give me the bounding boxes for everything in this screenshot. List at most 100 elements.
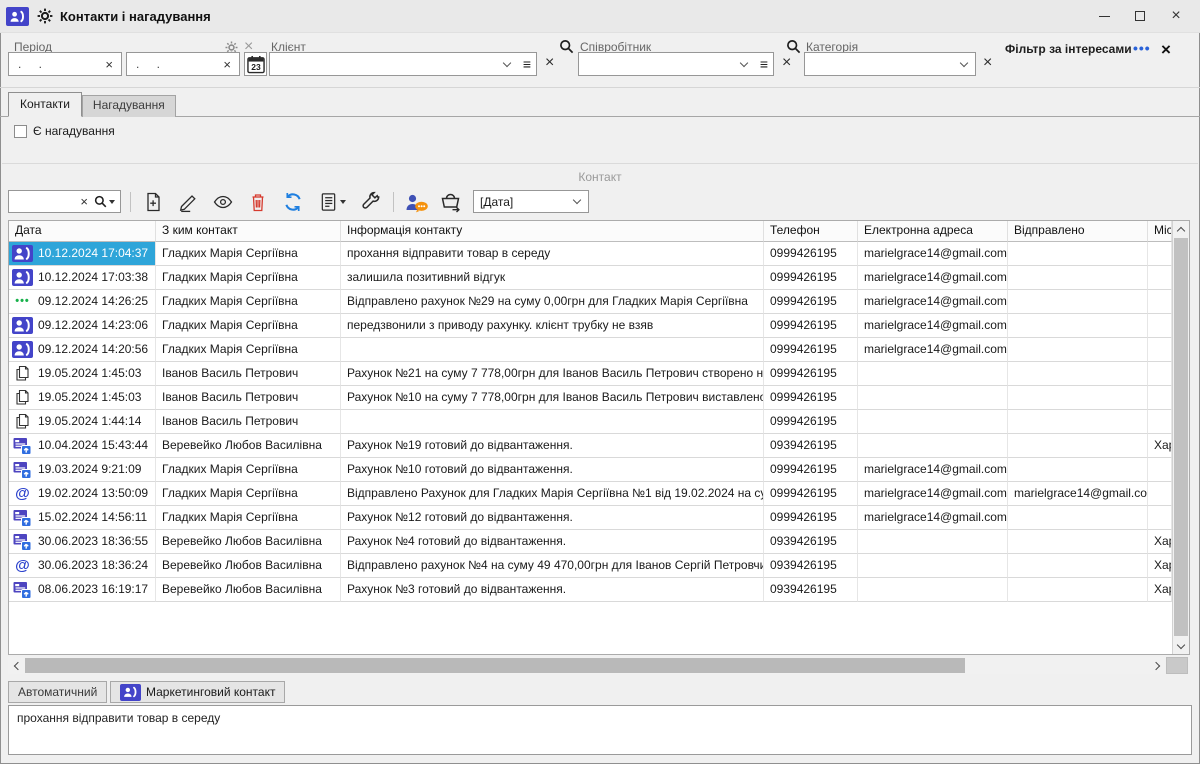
report-button[interactable] xyxy=(315,189,349,214)
chevron-down-icon[interactable] xyxy=(733,53,755,75)
category-clear-button[interactable]: × xyxy=(983,55,992,71)
cell-sent xyxy=(1008,458,1148,482)
search-input[interactable]: × xyxy=(8,190,121,213)
marketing-contact-button[interactable] xyxy=(403,189,429,214)
bottom-tab-automatic-label: Автоматичний xyxy=(18,685,97,699)
cell-info: Відправлено рахунок №29 на суму 0,00грн … xyxy=(341,290,764,314)
marketing-contact-icon xyxy=(11,341,34,359)
has-reminder-checkbox[interactable]: Є нагадування xyxy=(14,124,115,138)
client-clear-button[interactable]: × xyxy=(545,55,554,71)
table-row[interactable]: 19.05.2024 1:44:14Іванов Василь Петрович… xyxy=(9,410,1172,434)
client-combobox[interactable]: ≡ xyxy=(269,52,537,76)
table-row[interactable]: @19.02.2024 13:50:09Гладких Марія Сергії… xyxy=(9,482,1172,506)
interest-filter-clear-button[interactable]: × xyxy=(1161,41,1171,58)
table-row[interactable]: 09.12.2024 14:20:56Гладких Марія Сергіїв… xyxy=(9,338,1172,362)
period-to-input[interactable]: . . × xyxy=(126,52,240,76)
table-row[interactable]: 30.06.2023 18:36:55Веревейко Любов Васил… xyxy=(9,530,1172,554)
column-header[interactable]: Електронна адреса xyxy=(858,221,1008,242)
calendar-button[interactable]: 23 xyxy=(244,52,267,76)
column-header[interactable]: Відправлено xyxy=(1008,221,1148,242)
employee-combobox[interactable]: ≡ xyxy=(578,52,774,76)
bottom-tab-marketing[interactable]: Маркетинговий контакт xyxy=(110,681,285,703)
column-header[interactable]: Інформація контакту xyxy=(341,221,764,242)
horizontal-scrollbar[interactable] xyxy=(8,657,1165,674)
cell-contact: Гладких Марія Сергіївна xyxy=(156,242,341,266)
period-from-clear-icon[interactable]: × xyxy=(97,57,121,72)
vertical-scrollbar-thumb[interactable] xyxy=(1174,238,1188,636)
category-combobox[interactable] xyxy=(804,52,976,76)
tab-reminders[interactable]: Нагадування xyxy=(82,95,176,117)
vertical-scrollbar[interactable] xyxy=(1172,221,1189,654)
cell-phone: 0999426195 xyxy=(764,458,858,482)
search-icon[interactable] xyxy=(94,195,120,208)
cell-date: 19.05.2024 1:44:14 xyxy=(9,410,156,434)
cell-sent xyxy=(1008,434,1148,458)
report-icon xyxy=(319,191,338,213)
chevron-down-icon[interactable] xyxy=(496,53,518,75)
cell-sent xyxy=(1008,362,1148,386)
add-button[interactable] xyxy=(140,189,166,214)
column-header[interactable]: Дата xyxy=(9,221,156,242)
table-grid: ДатаЗ ким контактІнформація контактуТеле… xyxy=(9,221,1172,654)
chevron-down-icon[interactable] xyxy=(566,191,588,212)
contact-detail-panel[interactable]: прохання відправити товар в середу xyxy=(8,705,1192,755)
table-row[interactable]: 19.05.2024 1:45:03Іванов Василь Петрович… xyxy=(9,362,1172,386)
tab-contacts[interactable]: Контакти xyxy=(8,92,82,117)
column-header[interactable]: Міс xyxy=(1148,221,1172,242)
more-options-icon[interactable]: ••• xyxy=(1133,40,1151,56)
cell-date-text: 30.06.2023 18:36:24 xyxy=(38,554,148,577)
list-select-icon[interactable]: ≡ xyxy=(518,56,536,72)
delete-button[interactable] xyxy=(245,189,271,214)
shipment-button[interactable] xyxy=(438,189,464,214)
close-button[interactable]: × xyxy=(1158,3,1194,29)
cell-date: •••09.12.2024 14:26:25 xyxy=(9,290,156,314)
minimize-button[interactable] xyxy=(1086,3,1122,29)
search-clear-icon[interactable]: × xyxy=(74,194,94,209)
category-search-icon[interactable] xyxy=(786,39,801,54)
cell-date-text: 09.12.2024 14:23:06 xyxy=(38,314,148,337)
refresh-button[interactable] xyxy=(280,189,306,214)
chevron-down-icon[interactable] xyxy=(953,53,975,75)
table-row[interactable]: @30.06.2023 18:36:24Веревейко Любов Васи… xyxy=(9,554,1172,578)
marketing-contact-icon xyxy=(11,317,34,335)
cell-date: @30.06.2023 18:36:24 xyxy=(9,554,156,578)
horizontal-scrollbar-thumb[interactable] xyxy=(25,658,965,673)
table-row[interactable]: 15.02.2024 14:56:11Гладких Марія Сергіїв… xyxy=(9,506,1172,530)
scroll-down-icon[interactable] xyxy=(1173,638,1189,654)
bottom-tab-automatic[interactable]: Автоматичний xyxy=(8,681,107,703)
maximize-button[interactable] xyxy=(1122,3,1158,29)
table-row[interactable]: 19.03.2024 9:21:09Гладких Марія Сергіївн… xyxy=(9,458,1172,482)
cell-contact: Гладких Марія Сергіївна xyxy=(156,290,341,314)
column-header[interactable]: З ким контакт xyxy=(156,221,341,242)
scroll-right-icon[interactable] xyxy=(1149,657,1165,674)
table-row[interactable]: 09.12.2024 14:23:06Гладких Марія Сергіїв… xyxy=(9,314,1172,338)
scroll-up-icon[interactable] xyxy=(1173,221,1189,237)
bottom-tab-marketing-label: Маркетинговий контакт xyxy=(146,685,275,699)
table-body: 10.12.2024 17:04:37Гладких Марія Сергіїв… xyxy=(9,242,1172,602)
column-header[interactable]: Телефон xyxy=(764,221,858,242)
table-row[interactable]: 10.12.2024 17:04:37Гладких Марія Сергіїв… xyxy=(9,242,1172,266)
employee-clear-button[interactable]: × xyxy=(782,55,791,71)
settings-button[interactable] xyxy=(358,189,384,214)
edit-button[interactable] xyxy=(175,189,201,214)
cell-phone: 0999426195 xyxy=(764,266,858,290)
cell-date: 08.06.2023 16:19:17 xyxy=(9,578,156,602)
table-row[interactable]: 08.06.2023 16:19:17Веревейко Любов Васил… xyxy=(9,578,1172,602)
scroll-left-icon[interactable] xyxy=(8,657,24,674)
table-row[interactable]: 10.12.2024 17:03:38Гладких Марія Сергіїв… xyxy=(9,266,1172,290)
window-gear-icon[interactable] xyxy=(36,8,53,25)
table-row[interactable]: 19.05.2024 1:45:03Іванов Василь Петрович… xyxy=(9,386,1172,410)
date-filter-combobox[interactable]: [Дата] xyxy=(473,190,589,213)
checkbox-box[interactable] xyxy=(14,125,27,138)
cell-sent xyxy=(1008,266,1148,290)
period-to-clear-icon[interactable]: × xyxy=(215,57,239,72)
view-button[interactable] xyxy=(210,189,236,214)
table-row[interactable]: •••09.12.2024 14:26:25Гладких Марія Серг… xyxy=(9,290,1172,314)
toolbar-separator xyxy=(393,192,394,212)
checkbox-label: Є нагадування xyxy=(33,124,115,138)
list-select-icon[interactable]: ≡ xyxy=(755,56,773,72)
period-from-input[interactable]: . . × xyxy=(8,52,122,76)
table-row[interactable]: 10.04.2024 15:43:44Веревейко Любов Васил… xyxy=(9,434,1172,458)
employee-search-icon[interactable] xyxy=(559,39,574,54)
toolbar: × [Дата] xyxy=(8,188,589,215)
